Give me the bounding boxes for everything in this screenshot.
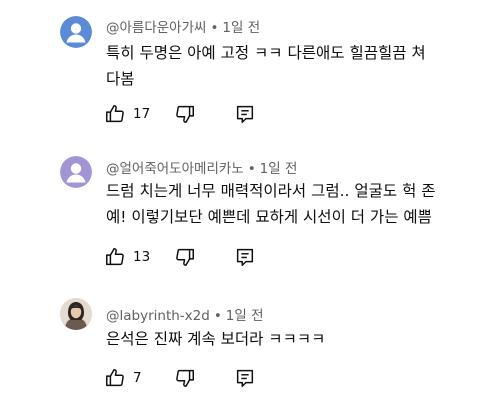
meta-separator: • xyxy=(210,20,219,36)
timestamp[interactable]: 1일 전 xyxy=(222,20,260,36)
default-user-icon xyxy=(60,16,92,48)
reply-button[interactable] xyxy=(234,366,256,390)
comment-line: 드럼 치는게 너무 매력적이라서 그럼.. 얼굴도 헉 존 xyxy=(106,182,436,200)
comment-actions: 17 xyxy=(104,102,264,126)
comment-text: 특히 두명은 아예 고정 ㅋㅋ 다른애도 힐끔힐끔 쳐 다봄 xyxy=(106,40,456,92)
reply-button[interactable] xyxy=(234,245,256,269)
thumbs-up-icon xyxy=(106,369,124,387)
comment-line: 다봄 xyxy=(106,70,135,88)
author-name[interactable]: @아름다운아가씨 xyxy=(106,20,206,36)
like-button[interactable]: 13 xyxy=(104,245,150,269)
meta-separator: • xyxy=(213,308,222,324)
profile-photo xyxy=(60,298,92,330)
thumbs-down-icon xyxy=(176,248,194,266)
comment-meta: @labyrinth-x2d • 1일 전 xyxy=(106,304,264,324)
dislike-button[interactable] xyxy=(174,102,196,126)
dislike-button[interactable] xyxy=(174,245,196,269)
avatar[interactable] xyxy=(60,16,92,48)
like-button[interactable]: 17 xyxy=(104,102,150,126)
comment-meta: @얼어죽어도아메리카노 • 1일 전 xyxy=(106,157,297,177)
thumbs-up-icon xyxy=(106,248,124,266)
comment-line: 은석은 진짜 계속 보더라 ㅋㅋㅋㅋ xyxy=(106,330,326,348)
timestamp[interactable]: 1일 전 xyxy=(260,161,298,177)
like-count: 17 xyxy=(133,106,151,122)
author-name[interactable]: @얼어죽어도아메리카노 xyxy=(106,161,244,177)
reply-comment-icon xyxy=(236,248,254,266)
timestamp[interactable]: 1일 전 xyxy=(226,308,264,324)
like-count: 13 xyxy=(133,249,151,265)
meta-separator: • xyxy=(247,161,256,177)
like-count: 7 xyxy=(133,370,142,386)
default-user-icon xyxy=(60,156,92,188)
avatar[interactable] xyxy=(60,156,92,188)
thumbs-down-icon xyxy=(176,105,194,123)
comment-line: 특히 두명은 아예 고정 ㅋㅋ 다른애도 힐끔힐끔 쳐 xyxy=(106,44,426,62)
comment-text: 은석은 진짜 계속 보더라 ㅋㅋㅋㅋ xyxy=(106,326,456,352)
comment-actions: 13 xyxy=(104,245,264,269)
reply-button[interactable] xyxy=(234,102,256,126)
comment-line: 예! 이렇기보단 예쁜데 묘하게 시선이 더 가는 예쁨 xyxy=(106,208,432,226)
reply-comment-icon xyxy=(236,369,254,387)
dislike-button[interactable] xyxy=(174,366,196,390)
reply-comment-icon xyxy=(236,105,254,123)
thumbs-up-icon xyxy=(106,105,124,123)
like-button[interactable]: 7 xyxy=(104,366,142,390)
thumbs-down-icon xyxy=(176,369,194,387)
comment-text: 드럼 치는게 너무 매력적이라서 그럼.. 얼굴도 헉 존 예! 이렇기보단 예… xyxy=(106,178,456,230)
comment-meta: @아름다운아가씨 • 1일 전 xyxy=(106,16,260,36)
comment-actions: 7 xyxy=(104,366,264,390)
avatar[interactable] xyxy=(60,298,92,330)
author-name[interactable]: @labyrinth-x2d xyxy=(106,308,210,324)
